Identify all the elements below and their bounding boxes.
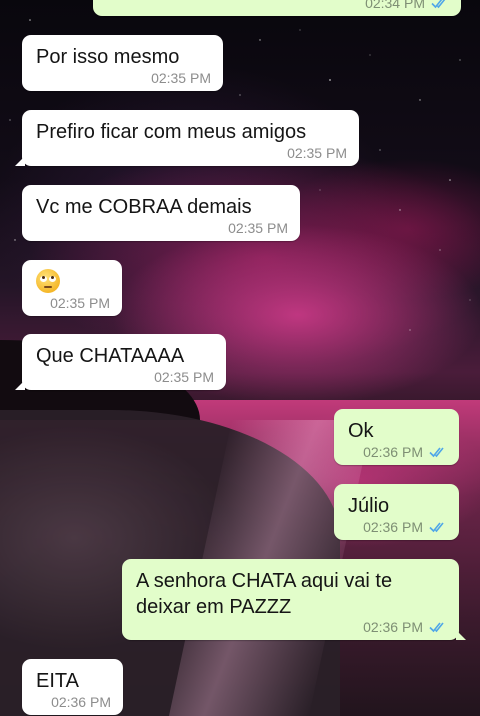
message-text: Por isso mesmo xyxy=(36,46,180,68)
message-bubble-incoming[interactable]: 02:35 PM xyxy=(22,260,122,316)
message-text: Vc me COBRAA demais xyxy=(36,196,252,218)
bubble-tail xyxy=(15,156,25,166)
message-time: 02:36 PM xyxy=(363,619,423,635)
message-text: Prefiro ficar com meus amigos xyxy=(36,121,307,143)
message-bubble-outgoing[interactable]: Ok 02:36 PM xyxy=(334,409,459,465)
message-meta: 02:34 PM xyxy=(365,0,449,11)
message-time: 02:35 PM xyxy=(287,145,347,161)
message-bubble-incoming[interactable]: Prefiro ficar com meus amigos 02:35 PM xyxy=(15,110,359,166)
message-time: 02:36 PM xyxy=(363,519,423,535)
message-text: EITA xyxy=(36,670,79,692)
message-meta: 02:35 PM xyxy=(228,220,288,236)
message-meta: 02:35 PM xyxy=(287,145,347,161)
message-text: A senhora CHATA aqui vai te deixar em PA… xyxy=(136,570,393,618)
message-bubble-outgoing[interactable]: A senhora CHATA aqui vai te deixar em PA… xyxy=(122,559,466,640)
message-bubble-incoming[interactable]: Por isso mesmo 02:35 PM xyxy=(22,35,223,91)
double-check-read-icon xyxy=(429,522,444,533)
message-time: 02:34 PM xyxy=(365,0,425,11)
message-bubble-outgoing[interactable]: 02:34 PM xyxy=(93,0,461,16)
message-time: 02:35 PM xyxy=(50,295,110,311)
message-time: 02:35 PM xyxy=(151,70,211,86)
message-time: 02:35 PM xyxy=(154,369,214,385)
bubble-tail xyxy=(15,380,25,390)
face-with-rolling-eyes-icon xyxy=(36,269,60,293)
message-meta: 02:35 PM xyxy=(154,369,214,385)
message-time: 02:36 PM xyxy=(363,444,423,460)
message-bubble-incoming[interactable]: Vc me COBRAA demais 02:35 PM xyxy=(22,185,300,241)
message-time: 02:35 PM xyxy=(228,220,288,236)
double-check-read-icon xyxy=(431,0,446,9)
message-meta: 02:36 PM xyxy=(51,694,111,710)
double-check-read-icon xyxy=(429,622,444,633)
message-bubble-incoming[interactable]: EITA 02:36 PM xyxy=(22,659,123,715)
message-meta: 02:35 PM xyxy=(50,295,110,311)
message-text: Ok xyxy=(348,420,374,442)
message-meta: 02:36 PM xyxy=(363,444,447,460)
message-bubble-outgoing[interactable]: Júlio 02:36 PM xyxy=(334,484,459,540)
bubble-tail xyxy=(456,630,466,640)
double-check-read-icon xyxy=(429,447,444,458)
message-meta: 02:36 PM xyxy=(363,519,447,535)
chat-thread[interactable]: 02:34 PM Por isso mesmo 02:35 PM Prefiro… xyxy=(0,0,480,716)
message-text: Júlio xyxy=(348,495,390,517)
message-meta: 02:35 PM xyxy=(151,70,211,86)
message-text: Que CHATAAAA xyxy=(36,345,185,367)
message-bubble-incoming[interactable]: Que CHATAAAA 02:35 PM xyxy=(15,334,226,390)
message-meta: 02:36 PM xyxy=(363,619,447,635)
message-time: 02:36 PM xyxy=(51,694,111,710)
